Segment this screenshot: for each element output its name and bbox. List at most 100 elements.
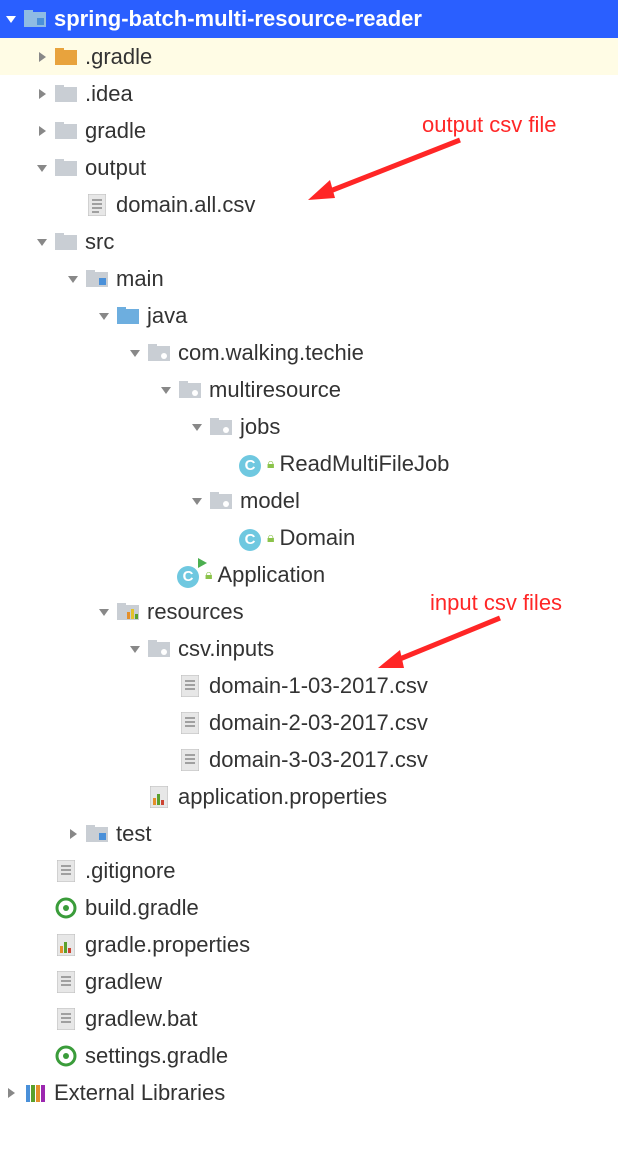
module-folder-icon (84, 270, 110, 288)
chevron-down-icon[interactable] (0, 13, 22, 25)
tree-label: ReadMultiFileJob (279, 451, 449, 477)
chevron-down-icon[interactable] (93, 310, 115, 322)
tree-row[interactable]: output (0, 149, 618, 186)
tree-label: test (116, 821, 151, 847)
folder-icon (53, 233, 79, 251)
tree-row[interactable]: java (0, 297, 618, 334)
text-file-icon (177, 675, 203, 697)
tree-row[interactable]: jobs (0, 408, 618, 445)
text-file-icon (84, 194, 110, 216)
tree-label: gradlew.bat (85, 1006, 198, 1032)
tree-label: model (240, 488, 300, 514)
folder-icon (53, 85, 79, 103)
tree-label: .idea (85, 81, 133, 107)
class-icon: C (239, 524, 263, 551)
lock-icon: 🔒︎ (267, 455, 274, 472)
tree-row[interactable]: C 🔒︎ Application (0, 556, 618, 593)
chevron-right-icon[interactable] (31, 88, 53, 100)
chevron-right-icon[interactable] (0, 1087, 22, 1099)
tree-label: .gitignore (85, 858, 176, 884)
tree-row[interactable]: com.walking.techie (0, 334, 618, 371)
tree-label: spring-batch-multi-resource-reader (54, 6, 422, 32)
tree-row[interactable]: gradlew (0, 963, 618, 1000)
tree-row[interactable]: domain-2-03-2017.csv (0, 704, 618, 741)
text-file-icon (177, 749, 203, 771)
tree-row[interactable]: multiresource (0, 371, 618, 408)
package-icon (208, 418, 234, 436)
tree-row[interactable]: csv.inputs (0, 630, 618, 667)
chevron-down-icon[interactable] (124, 347, 146, 359)
tree-label: resources (147, 599, 244, 625)
chevron-down-icon[interactable] (186, 421, 208, 433)
tree-row[interactable]: resources (0, 593, 618, 630)
lock-icon: 🔒︎ (267, 529, 274, 546)
chevron-right-icon[interactable] (31, 51, 53, 63)
text-file-icon (53, 1008, 79, 1030)
chevron-down-icon[interactable] (31, 162, 53, 174)
tree-row[interactable]: gradle (0, 112, 618, 149)
tree-label: output (85, 155, 146, 181)
folder-icon (53, 122, 79, 140)
tree-label: .gradle (85, 44, 152, 70)
tree-row[interactable]: .idea (0, 75, 618, 112)
tree-label: main (116, 266, 164, 292)
gradle-file-icon (53, 897, 79, 919)
tree-label: jobs (240, 414, 280, 440)
tree-row[interactable]: test (0, 815, 618, 852)
tree-row-root[interactable]: spring-batch-multi-resource-reader (0, 0, 618, 38)
tree-label: com.walking.techie (178, 340, 364, 366)
tree-row[interactable]: settings.gradle (0, 1037, 618, 1074)
tree-row[interactable]: C 🔒︎ Domain (0, 519, 618, 556)
package-icon (146, 344, 172, 362)
project-tree: spring-batch-multi-resource-reader .grad… (0, 0, 618, 1111)
module-folder-icon (84, 825, 110, 843)
tree-row[interactable]: build.gradle (0, 889, 618, 926)
runnable-class-icon: C (177, 561, 201, 588)
resources-folder-icon (115, 603, 141, 621)
tree-label: multiresource (209, 377, 341, 403)
tree-label: domain.all.csv (116, 192, 255, 218)
chevron-down-icon[interactable] (31, 236, 53, 248)
tree-row[interactable]: main (0, 260, 618, 297)
tree-label: gradle.properties (85, 932, 250, 958)
tree-row[interactable]: .gradle (0, 38, 618, 75)
tree-label: Domain (279, 525, 355, 551)
package-icon (146, 640, 172, 658)
chevron-right-icon[interactable] (31, 125, 53, 137)
tree-row[interactable]: gradlew.bat (0, 1000, 618, 1037)
tree-row[interactable]: src (0, 223, 618, 260)
class-icon: C (239, 450, 263, 477)
tree-row[interactable]: application.properties (0, 778, 618, 815)
libraries-icon (22, 1082, 48, 1104)
tree-label: domain-2-03-2017.csv (209, 710, 428, 736)
tree-label: build.gradle (85, 895, 199, 921)
lock-icon: 🔒︎ (205, 566, 212, 583)
tree-row[interactable]: model (0, 482, 618, 519)
tree-row[interactable]: domain.all.csv (0, 186, 618, 223)
tree-label: External Libraries (54, 1080, 225, 1106)
tree-row[interactable]: C 🔒︎ ReadMultiFileJob (0, 445, 618, 482)
tree-label: java (147, 303, 187, 329)
tree-row[interactable]: .gitignore (0, 852, 618, 889)
package-icon (177, 381, 203, 399)
tree-label: gradlew (85, 969, 162, 995)
chevron-down-icon[interactable] (155, 384, 177, 396)
module-folder-icon (22, 10, 48, 28)
folder-icon (53, 48, 79, 66)
chevron-down-icon[interactable] (62, 273, 84, 285)
chevron-right-icon[interactable] (62, 828, 84, 840)
tree-label: gradle (85, 118, 146, 144)
tree-row[interactable]: domain-1-03-2017.csv (0, 667, 618, 704)
tree-row[interactable]: domain-3-03-2017.csv (0, 741, 618, 778)
text-file-icon (53, 971, 79, 993)
package-icon (208, 492, 234, 510)
tree-label: domain-1-03-2017.csv (209, 673, 428, 699)
chevron-down-icon[interactable] (124, 643, 146, 655)
tree-row[interactable]: gradle.properties (0, 926, 618, 963)
chevron-down-icon[interactable] (93, 606, 115, 618)
chevron-down-icon[interactable] (186, 495, 208, 507)
tree-label: csv.inputs (178, 636, 274, 662)
tree-row-external[interactable]: External Libraries (0, 1074, 618, 1111)
text-file-icon (53, 860, 79, 882)
folder-icon (53, 159, 79, 177)
